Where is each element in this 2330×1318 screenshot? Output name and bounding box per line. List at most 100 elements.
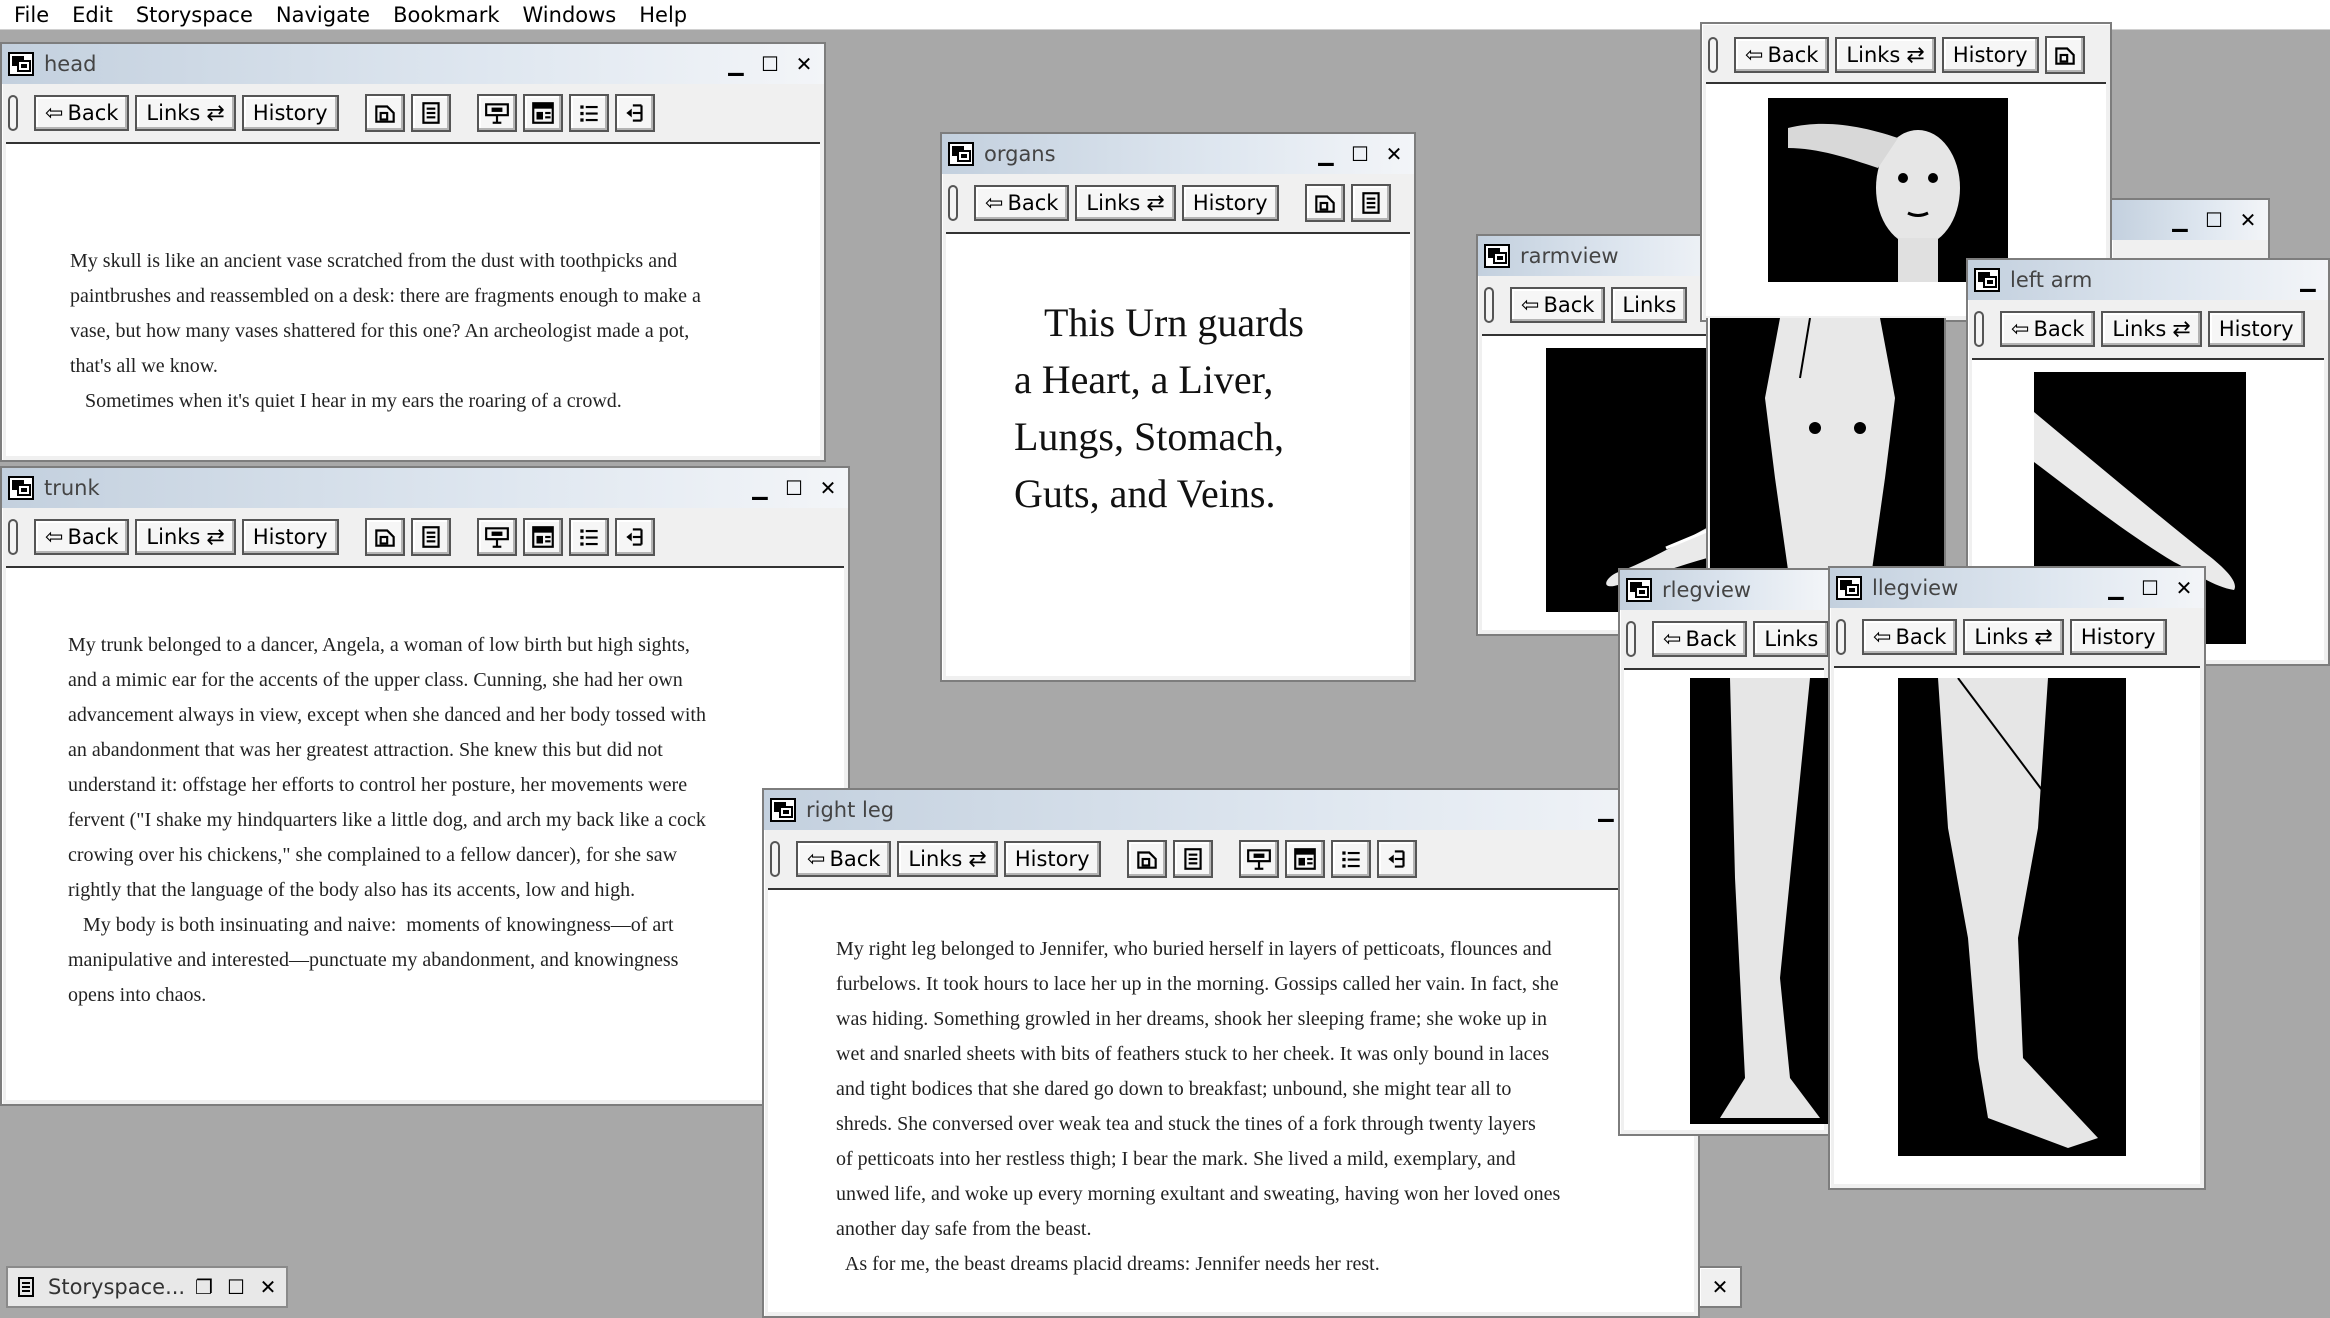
minimize-icon[interactable]: ▁ bbox=[722, 51, 750, 77]
close-icon[interactable]: ✕ bbox=[1380, 141, 1408, 167]
toolbar-grip[interactable] bbox=[770, 841, 780, 877]
maximize-icon[interactable]: ☐ bbox=[756, 51, 784, 77]
toolbar-grip[interactable] bbox=[1974, 311, 1984, 347]
title-bar[interactable]: right leg ▁ bbox=[764, 790, 1698, 830]
history-button[interactable]: History bbox=[1941, 37, 2039, 73]
title-bar[interactable]: ▁ ☐ ✕ bbox=[2112, 200, 2268, 240]
links-button[interactable]: Links ⇄ bbox=[135, 519, 236, 555]
treemap-view-button[interactable] bbox=[614, 518, 655, 556]
map-view-button[interactable] bbox=[476, 518, 517, 556]
toolbar-grip[interactable] bbox=[8, 519, 18, 555]
history-button[interactable]: History bbox=[1003, 841, 1101, 877]
toolbar-grip[interactable] bbox=[1484, 287, 1494, 323]
back-button[interactable]: ⇦ Back bbox=[2000, 311, 2096, 347]
back-button[interactable]: ⇦ Back bbox=[1734, 37, 1830, 73]
close-icon[interactable]: ✕ bbox=[254, 1274, 282, 1300]
history-button[interactable]: History bbox=[241, 519, 339, 555]
links-button[interactable]: Links ⇄ bbox=[897, 841, 998, 877]
back-button[interactable]: ⇦ Back bbox=[1652, 621, 1748, 657]
minimize-icon[interactable]: ▁ bbox=[1312, 141, 1340, 167]
close-icon[interactable]: ✕ bbox=[790, 51, 818, 77]
frame-view-button[interactable] bbox=[1126, 840, 1167, 878]
treemap-view-button[interactable] bbox=[1376, 840, 1417, 878]
history-button[interactable]: History bbox=[241, 95, 339, 131]
links-button[interactable]: Links ⇄ bbox=[1835, 37, 1936, 73]
title-bar[interactable]: left arm ▁ bbox=[1968, 260, 2328, 300]
links-button[interactable]: Links ⇄ bbox=[135, 95, 236, 131]
frame-view-button[interactable] bbox=[1304, 184, 1345, 222]
toolbar-grip[interactable] bbox=[1836, 619, 1846, 655]
title-bar[interactable]: rlegview bbox=[1620, 570, 1828, 610]
back-button[interactable]: ⇦ Back bbox=[34, 519, 130, 555]
minimize-icon[interactable]: ▁ bbox=[2102, 575, 2130, 601]
outline-view-button[interactable] bbox=[1330, 840, 1371, 878]
text-pane[interactable]: My trunk belonged to a dancer, Angela, a… bbox=[6, 566, 844, 1100]
menu-bookmark[interactable]: Bookmark bbox=[379, 0, 508, 30]
title-bar[interactable]: head ▁ ☐ ✕ bbox=[2, 44, 824, 84]
map-view-button[interactable] bbox=[476, 94, 517, 132]
text-pane[interactable]: My right leg belonged to Jennifer, who b… bbox=[768, 888, 1694, 1312]
text-pane[interactable]: My skull is like an ancient vase scratch… bbox=[6, 142, 820, 456]
maximize-icon[interactable]: ☐ bbox=[2200, 207, 2228, 233]
menu-navigate[interactable]: Navigate bbox=[262, 0, 379, 30]
history-button[interactable]: History bbox=[2207, 311, 2305, 347]
image-pane[interactable] bbox=[1710, 318, 1944, 584]
title-bar[interactable]: trunk ▁ ☐ ✕ bbox=[2, 468, 848, 508]
close-icon[interactable]: ✕ bbox=[2234, 207, 2262, 233]
chart-view-button[interactable] bbox=[1284, 840, 1325, 878]
text-view-button[interactable] bbox=[1350, 184, 1391, 222]
menu-storyspace[interactable]: Storyspace bbox=[122, 0, 262, 30]
minimize-icon[interactable]: ▁ bbox=[1592, 797, 1620, 823]
back-button[interactable]: ⇦ Back bbox=[34, 95, 130, 131]
links-button[interactable]: Links ⇄ bbox=[1963, 619, 2064, 655]
minimize-icon[interactable]: ▁ bbox=[2294, 267, 2322, 293]
text-view-button[interactable] bbox=[410, 94, 451, 132]
back-button[interactable]: ⇦ Back bbox=[796, 841, 892, 877]
links-button[interactable]: Links ⇄ bbox=[1075, 185, 1176, 221]
chart-view-button[interactable] bbox=[522, 518, 563, 556]
chart-view-button[interactable] bbox=[522, 94, 563, 132]
menu-windows[interactable]: Windows bbox=[509, 0, 626, 30]
links-button[interactable]: Links bbox=[1753, 621, 1828, 657]
frame-view-button[interactable] bbox=[364, 518, 405, 556]
maximize-icon[interactable]: ☐ bbox=[2136, 575, 2164, 601]
treemap-view-button[interactable] bbox=[614, 94, 655, 132]
frame-view-button[interactable] bbox=[364, 94, 405, 132]
restore-icon[interactable]: ❐ bbox=[190, 1274, 218, 1300]
close-icon[interactable]: ✕ bbox=[814, 475, 842, 501]
minimized-storyspace-window[interactable]: Storyspace... ❐ ☐ ✕ bbox=[6, 1266, 288, 1308]
close-icon[interactable]: ✕ bbox=[1706, 1274, 1734, 1300]
maximize-icon[interactable]: ☐ bbox=[1346, 141, 1374, 167]
text-view-button[interactable] bbox=[410, 518, 451, 556]
title-bar[interactable]: llegview ▁ ☐ ✕ bbox=[1830, 568, 2204, 608]
text-pane[interactable]: This Urn guards a Heart, a Liver, Lungs,… bbox=[946, 232, 1410, 676]
history-button[interactable]: History bbox=[2069, 619, 2167, 655]
outline-view-button[interactable] bbox=[568, 94, 609, 132]
maximize-icon[interactable]: ☐ bbox=[780, 475, 808, 501]
back-button[interactable]: ⇦ Back bbox=[1862, 619, 1958, 655]
menu-help[interactable]: Help bbox=[625, 0, 696, 30]
toolbar-grip[interactable] bbox=[8, 95, 18, 131]
links-button[interactable]: Links ⇄ bbox=[2101, 311, 2202, 347]
image-pane[interactable] bbox=[1834, 666, 2200, 1184]
image-pane[interactable] bbox=[1624, 668, 1828, 1130]
minimize-icon[interactable]: ▁ bbox=[746, 475, 774, 501]
minimize-icon[interactable]: ▁ bbox=[2166, 207, 2194, 233]
frame-view-button[interactable] bbox=[2044, 36, 2085, 74]
menu-edit[interactable]: Edit bbox=[58, 0, 122, 30]
back-button[interactable]: ⇦ Back bbox=[974, 185, 1070, 221]
toolbar-grip[interactable] bbox=[1708, 37, 1718, 73]
menu-file[interactable]: File bbox=[0, 0, 58, 30]
close-icon[interactable]: ✕ bbox=[2170, 575, 2198, 601]
history-button[interactable]: History bbox=[1181, 185, 1279, 221]
map-view-button[interactable] bbox=[1238, 840, 1279, 878]
title-bar[interactable]: organs ▁ ☐ ✕ bbox=[942, 134, 1414, 174]
title-bar[interactable]: rarmview bbox=[1478, 236, 1734, 276]
maximize-icon[interactable]: ☐ bbox=[222, 1274, 250, 1300]
toolbar-grip[interactable] bbox=[948, 185, 958, 221]
outline-view-button[interactable] bbox=[568, 518, 609, 556]
text-view-button[interactable] bbox=[1172, 840, 1213, 878]
links-button[interactable]: Links bbox=[1611, 287, 1688, 323]
toolbar-grip[interactable] bbox=[1626, 621, 1636, 657]
back-button[interactable]: ⇦ Back bbox=[1510, 287, 1606, 323]
